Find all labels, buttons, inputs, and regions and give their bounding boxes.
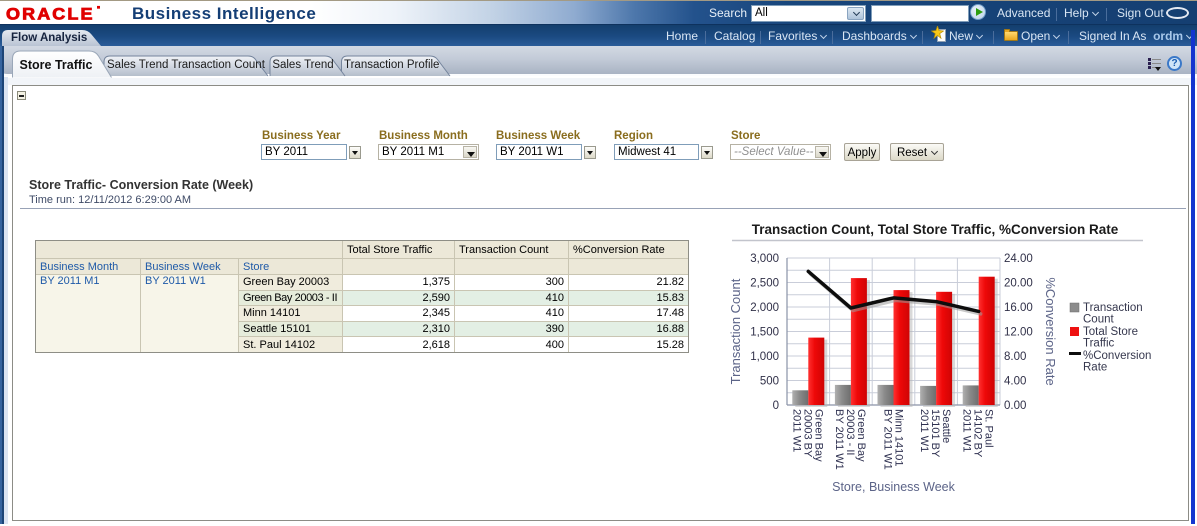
svg-text:Transaction: Transaction xyxy=(1083,302,1143,314)
svg-text:4.00: 4.00 xyxy=(1004,376,1026,388)
svg-text:1,000: 1,000 xyxy=(750,351,779,363)
svg-text:Count: Count xyxy=(1083,314,1114,326)
svg-text:Transaction Count: Transaction Count xyxy=(728,278,743,384)
svg-text:1,500: 1,500 xyxy=(750,327,779,339)
svg-text:St. Paul14102 BY2011 W1: St. Paul14102 BY2011 W1 xyxy=(961,409,995,458)
svg-text:20.00: 20.00 xyxy=(1004,278,1033,290)
svg-text:16.00: 16.00 xyxy=(1004,302,1033,314)
svg-text:3,000: 3,000 xyxy=(750,253,779,265)
svg-text:0.00: 0.00 xyxy=(1004,400,1026,412)
svg-text:Transaction Count, Total Store: Transaction Count, Total Store Traffic, … xyxy=(752,222,1119,237)
svg-text:Store, Business Week: Store, Business Week xyxy=(832,480,955,494)
svg-text:Total Store: Total Store xyxy=(1083,326,1138,338)
svg-text:24.00: 24.00 xyxy=(1004,253,1033,265)
svg-text:8.00: 8.00 xyxy=(1004,351,1026,363)
svg-text:%Conversion: %Conversion xyxy=(1083,350,1151,362)
svg-text:2,500: 2,500 xyxy=(750,278,779,290)
svg-text:2,000: 2,000 xyxy=(750,302,779,314)
svg-text:Minn 14101BY 2011 W1: Minn 14101BY 2011 W1 xyxy=(882,409,905,470)
svg-text:500: 500 xyxy=(760,376,779,388)
svg-text:Green Bay20003 - IIBY 2011 W1: Green Bay20003 - IIBY 2011 W1 xyxy=(833,409,867,470)
svg-text:%Conversion Rate: %Conversion Rate xyxy=(1043,277,1058,385)
svg-text:12.00: 12.00 xyxy=(1004,327,1033,339)
svg-text:0: 0 xyxy=(773,400,779,412)
svg-text:Traffic: Traffic xyxy=(1083,338,1115,350)
svg-text:Rate: Rate xyxy=(1083,362,1107,374)
svg-text:Green Bay20003 BY2011 W1: Green Bay20003 BY2011 W1 xyxy=(790,409,824,462)
svg-text:Seattle15101 BY2011 W1: Seattle15101 BY2011 W1 xyxy=(918,409,952,458)
